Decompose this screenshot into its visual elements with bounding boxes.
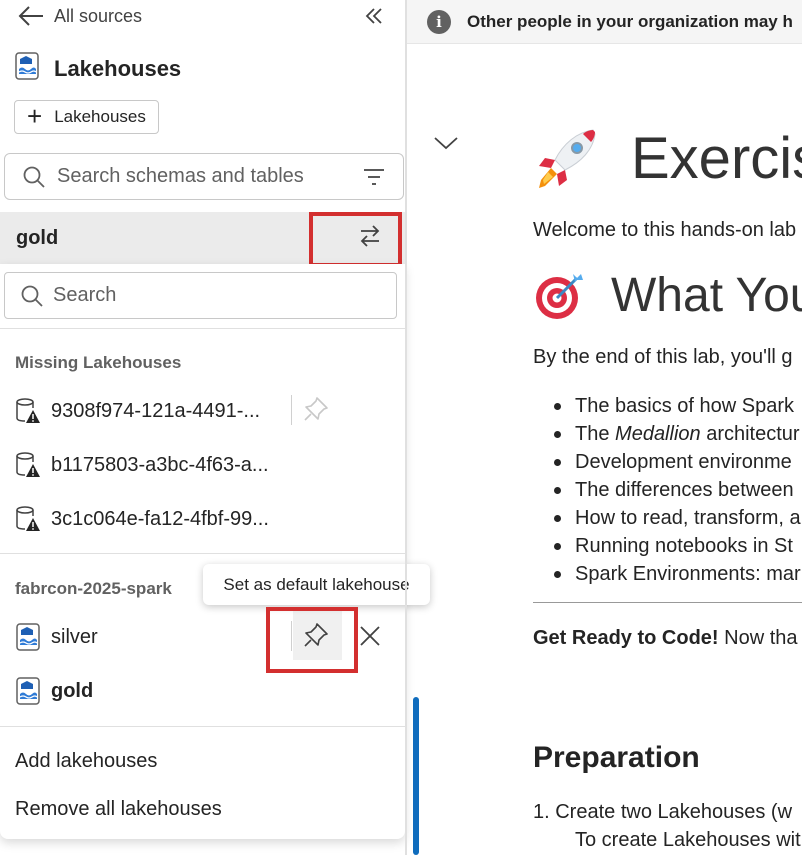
missing-lakehouse-name: 9308f974-121a-4491-...: [51, 399, 261, 422]
divider: [0, 328, 405, 329]
list-item: How to read, transform, a: [533, 504, 801, 532]
list-item: Development environme: [533, 448, 801, 476]
back-label: All sources: [54, 5, 143, 26]
missing-lakehouses-header: Missing Lakehouses: [15, 353, 182, 372]
get-ready-rest: Now tha: [718, 627, 798, 649]
missing-lakehouse-item[interactable]: 9308f974-121a-4491-...: [15, 395, 260, 427]
target-icon: [533, 270, 585, 322]
step-list: 1. Create two Lakehouses (w To create La…: [533, 798, 801, 854]
preparation-heading: Preparation: [533, 741, 700, 774]
search-icon: [23, 166, 45, 188]
lakehouse-search-input[interactable]: Search: [4, 272, 397, 319]
switch-lakehouse-icon[interactable]: [358, 224, 382, 248]
divider: [0, 553, 405, 554]
back-to-all-sources[interactable]: All sources: [18, 2, 142, 30]
explorer-panel: All sources Lakehouses + Lakehouses Sear…: [0, 0, 430, 855]
lakehouse-dropdown: Search Missing Lakehouses 9308f974-121a-…: [0, 264, 430, 839]
workspace-header: fabrcon-2025-spark: [15, 579, 172, 598]
remove-lakehouse-icon[interactable]: [359, 625, 381, 647]
lakehouse-name: gold: [51, 679, 94, 702]
what-you-heading: What You: [533, 268, 802, 323]
step-line: 1. Create two Lakehouses (w: [533, 801, 793, 823]
workspace-lakehouse-item[interactable]: gold: [15, 675, 93, 707]
missing-database-icon: [15, 505, 41, 533]
lakehouse-icon: [14, 52, 40, 85]
divider: [291, 395, 292, 425]
lakehouse-name: silver: [51, 625, 98, 648]
divider: [0, 726, 405, 727]
collapse-panel-icon[interactable]: [362, 4, 386, 28]
pin-icon[interactable]: [303, 396, 329, 422]
workspace-lakehouse-item[interactable]: silver: [15, 621, 98, 653]
plus-icon: +: [27, 101, 43, 131]
search-placeholder: Search schemas and tables: [57, 165, 304, 187]
list-item: Running notebooks in St: [533, 532, 801, 560]
missing-database-icon: [15, 397, 41, 425]
get-ready-text: Get Ready to Code! Now tha: [533, 627, 798, 650]
notebook-content: Exercis Welcome to this hands-on lab Wha…: [533, 0, 802, 855]
what-you-heading-text: What You: [611, 269, 802, 322]
list-item: Spark Environments: mar: [533, 560, 801, 588]
get-ready-bold: Get Ready to Code!: [533, 627, 719, 649]
missing-lakehouse-item[interactable]: 3c1c064e-fa12-4fbf-99...: [15, 503, 269, 535]
missing-lakehouse-name: b1175803-a3bc-4f63-a...: [51, 453, 269, 476]
list-item: The basics of how Spark: [533, 392, 801, 420]
list-item: The Medallion architectur: [533, 420, 801, 448]
info-icon: i: [427, 9, 451, 34]
add-lakehouse-button[interactable]: + Lakehouses: [14, 100, 159, 134]
lakehouses-header: Lakehouses: [14, 52, 181, 85]
divider: [291, 621, 292, 651]
exercise-heading: Exercis: [533, 125, 802, 192]
list-item: The differences between: [533, 476, 801, 504]
step-line: To create Lakehouses wit: [575, 829, 801, 851]
remove-all-lakehouses-item[interactable]: Remove all lakehouses: [15, 798, 222, 821]
missing-lakehouse-item[interactable]: b1175803-a3bc-4f63-a...: [15, 449, 269, 481]
add-lakehouse-label: Lakehouses: [54, 107, 146, 126]
add-lakehouses-item[interactable]: Add lakehouses: [15, 750, 157, 773]
set-default-tooltip: Set as default lakehouse: [203, 564, 430, 605]
panel-title: Lakehouses: [54, 55, 182, 81]
search-icon: [21, 285, 43, 307]
search-placeholder: Search: [53, 284, 117, 306]
set-default-pin-icon[interactable]: [303, 622, 329, 648]
filter-icon[interactable]: [363, 168, 385, 186]
arrow-left-icon: [18, 6, 43, 26]
by-end-text: By the end of this lab, you'll g: [533, 346, 793, 368]
selected-lakehouse-name: gold: [16, 226, 59, 249]
rocket-icon: [533, 128, 605, 190]
exercise-heading-text: Exercis: [631, 126, 802, 191]
selected-lakehouse-row[interactable]: gold: [0, 212, 405, 264]
lakehouse-icon: [15, 623, 41, 651]
panel-border: [405, 0, 407, 855]
learning-list: The basics of how Spark The Medallion ar…: [533, 392, 801, 588]
search-schemas-input[interactable]: Search schemas and tables: [4, 153, 404, 200]
chevron-down-icon[interactable]: [433, 133, 459, 153]
missing-lakehouse-name: 3c1c064e-fa12-4fbf-99...: [51, 507, 269, 530]
lakehouse-icon: [15, 677, 41, 705]
scroll-indicator[interactable]: [413, 697, 419, 855]
intro-text: Welcome to this hands-on lab: [533, 219, 797, 241]
divider: [533, 602, 802, 603]
missing-database-icon: [15, 451, 41, 479]
